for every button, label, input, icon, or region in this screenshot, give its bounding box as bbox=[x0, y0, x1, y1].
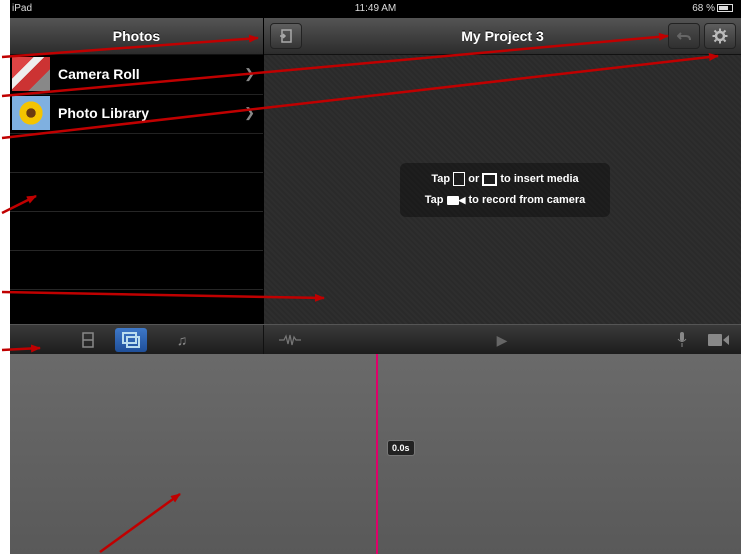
playhead-time-label: 0.0s bbox=[387, 440, 415, 456]
photo-library-thumbnail bbox=[12, 96, 50, 130]
clock: 11:49 AM bbox=[354, 3, 397, 14]
play-icon: ▶ bbox=[496, 332, 508, 348]
play-button[interactable]: ▶ bbox=[490, 328, 514, 352]
audio-tab[interactable]: ♫ bbox=[170, 328, 194, 352]
film-icon bbox=[82, 332, 94, 348]
timeline[interactable]: 0.0s bbox=[10, 354, 741, 554]
battery-percent: 68 % bbox=[692, 3, 715, 14]
insert-media-hint: Tap or to insert media Tap ◀ to record f… bbox=[400, 163, 610, 217]
toolbar-divider bbox=[263, 325, 264, 355]
chevron-right-icon: ❯ bbox=[244, 105, 255, 120]
photos-header: Photos bbox=[10, 18, 263, 55]
list-item-camera-roll[interactable]: Camera Roll ❯ bbox=[10, 55, 263, 95]
photos-icon bbox=[122, 332, 140, 348]
record-video-button[interactable] bbox=[706, 328, 732, 352]
list-item-label: Photo Library bbox=[58, 105, 150, 121]
media-source-list: Camera Roll ❯ Photo Library ❯ bbox=[10, 55, 263, 324]
list-divider bbox=[10, 172, 263, 173]
camera-roll-thumbnail bbox=[12, 57, 50, 91]
video-tab[interactable] bbox=[76, 328, 100, 352]
undo-button[interactable] bbox=[668, 23, 700, 49]
status-bar: iPad 11:49 AM 68 % bbox=[10, 0, 741, 18]
record-audio-button[interactable] bbox=[672, 328, 692, 352]
video-camera-icon bbox=[446, 195, 459, 205]
list-item-photo-library[interactable]: Photo Library ❯ bbox=[10, 94, 263, 134]
ipad-screen: iPad 11:49 AM 68 % Photos My Project 3 C… bbox=[10, 0, 741, 554]
video-viewer[interactable]: Tap or to insert media Tap ◀ to record f… bbox=[264, 55, 741, 324]
waveform-icon bbox=[279, 334, 301, 346]
hint-line-record: Tap ◀ to record from camera bbox=[424, 194, 586, 206]
project-header: My Project 3 bbox=[264, 18, 741, 55]
undo-icon bbox=[676, 32, 691, 41]
audio-waveform-button[interactable] bbox=[276, 328, 304, 352]
video-camera-icon bbox=[708, 334, 729, 346]
microphone-icon bbox=[677, 332, 687, 347]
media-toolbar: ♫ ▶ bbox=[10, 324, 741, 355]
photos-tab[interactable] bbox=[115, 328, 147, 352]
photos-title: Photos bbox=[112, 28, 161, 44]
list-divider bbox=[10, 250, 263, 251]
list-divider bbox=[10, 211, 263, 212]
playhead[interactable] bbox=[376, 354, 378, 554]
battery-icon bbox=[717, 4, 733, 13]
battery-indicator: 68 % bbox=[692, 3, 733, 14]
list-item-label: Camera Roll bbox=[58, 66, 140, 82]
list-divider bbox=[10, 289, 263, 290]
photos-icon bbox=[482, 172, 498, 186]
film-icon bbox=[453, 172, 466, 186]
gear-icon bbox=[712, 28, 728, 44]
music-icon: ♫ bbox=[176, 332, 188, 348]
hint-line-insert: Tap or to insert media bbox=[431, 172, 579, 186]
settings-button[interactable] bbox=[704, 23, 736, 49]
chevron-right-icon: ❯ bbox=[244, 66, 255, 81]
